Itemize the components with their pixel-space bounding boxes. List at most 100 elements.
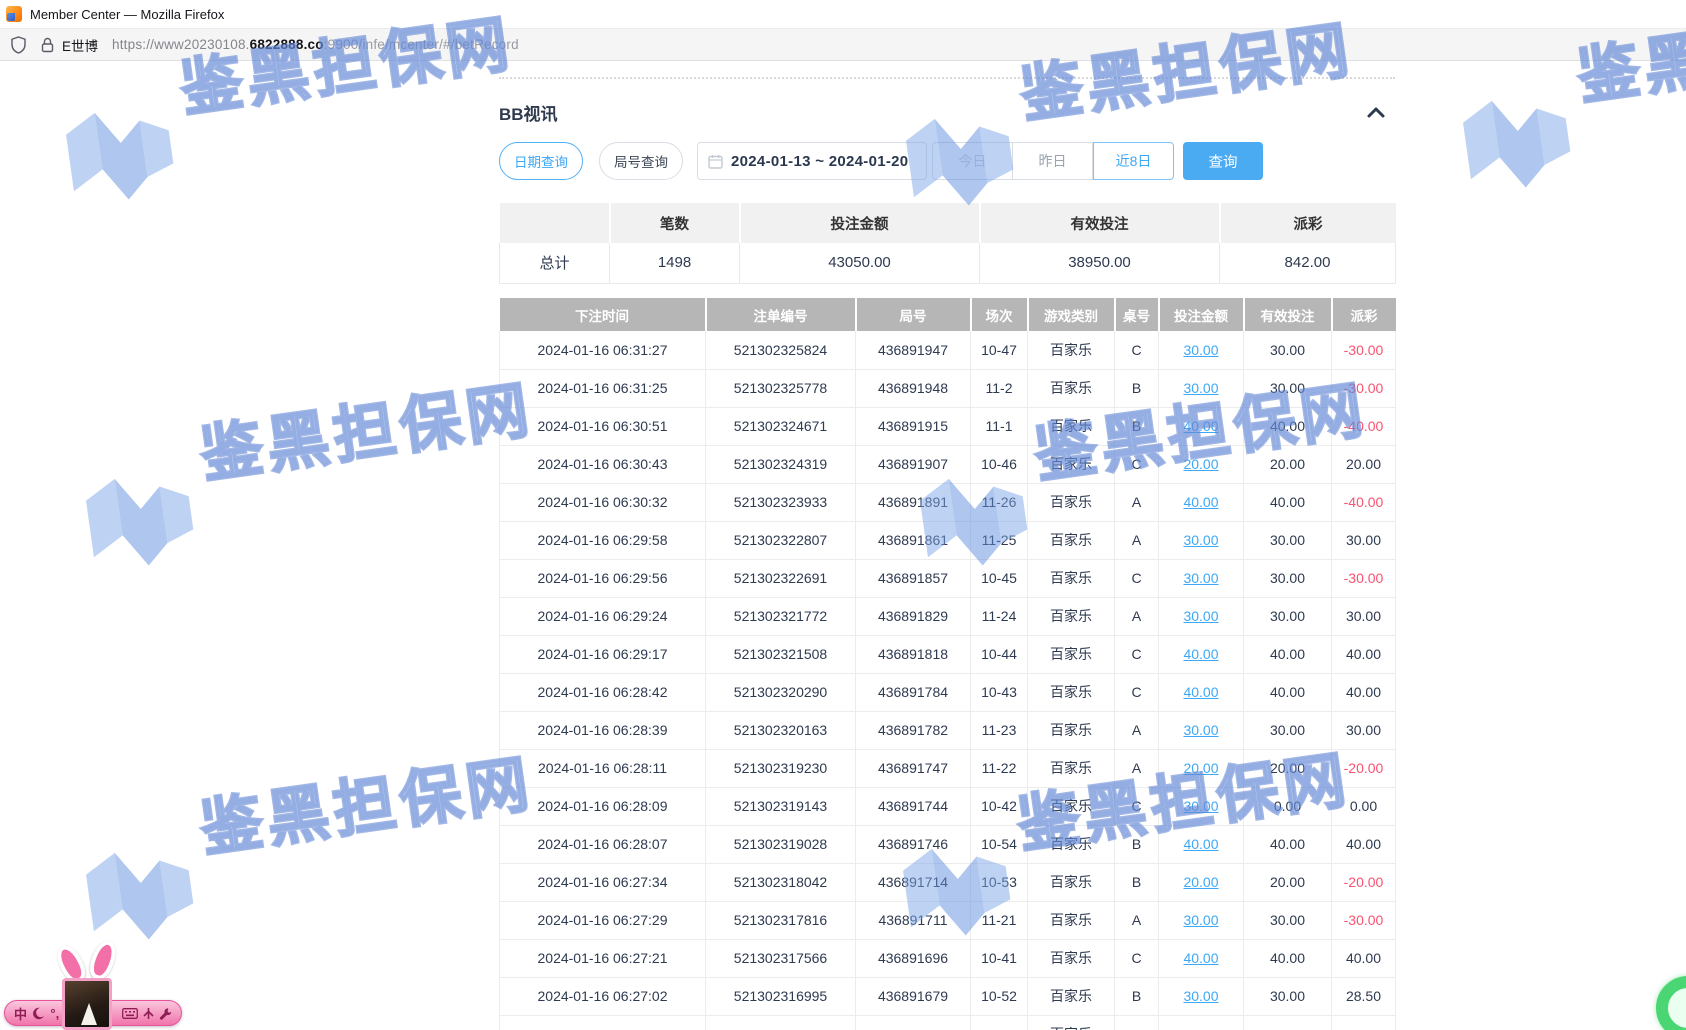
window-titlebar: Member Center — Mozilla Firefox	[0, 0, 1686, 28]
table-cell: -40.00	[1332, 483, 1396, 521]
table-cell: 436891711	[856, 901, 971, 939]
url-text[interactable]: https://www20230108.6822888.co:9900/infe…	[112, 37, 519, 52]
table-cell: 436891948	[856, 369, 971, 407]
bet-column-header: 有效投注	[1244, 298, 1332, 331]
table-cell: 2024-01-16 06:30:32	[500, 483, 706, 521]
date-query-button[interactable]: 日期查询	[499, 142, 583, 180]
bet-amount-cell: 30.00	[1159, 369, 1244, 407]
bet-amount-link[interactable]: 20.00	[1183, 874, 1218, 890]
bet-amount-link[interactable]: 30.00	[1183, 798, 1218, 814]
bet-amount-link[interactable]: 40.00	[1183, 646, 1218, 662]
table-cell: C	[1115, 331, 1159, 369]
table-cell: 11-23	[971, 711, 1028, 749]
bet-amount-link[interactable]: 30.00	[1183, 988, 1218, 1004]
bet-amount-link[interactable]: 40.00	[1183, 950, 1218, 966]
ime-punctuation-button[interactable]: °,	[50, 1006, 59, 1021]
table-cell: 436891857	[856, 559, 971, 597]
table-cell: 百家乐	[1028, 521, 1115, 559]
table-cell: 30.00	[1332, 597, 1396, 635]
bet-table-header-row: 下注时间注单编号局号场次游戏类别桌号投注金额有效投注派彩	[500, 298, 1396, 331]
last-8-days-button[interactable]: 近8日	[1093, 142, 1174, 180]
round-query-button[interactable]: 局号查询	[599, 142, 683, 180]
watermark: 鉴黑担保网	[70, 377, 550, 592]
table-cell: 30.00	[1244, 521, 1332, 559]
ime-keyboard-icon[interactable]	[122, 1008, 138, 1019]
table-cell: 521302324319	[706, 445, 856, 483]
table-cell: 10-42	[971, 787, 1028, 825]
ime-skin-icon[interactable]	[143, 1007, 154, 1020]
bet-amount-cell: 30.00	[1159, 901, 1244, 939]
bet-amount-link[interactable]: 40.00	[1183, 836, 1218, 852]
collapse-chevron-up-icon[interactable]	[1363, 103, 1389, 123]
table-cell: 百家乐	[1028, 901, 1115, 939]
bet-column-header: 派彩	[1332, 298, 1396, 331]
table-cell: 40.00	[1332, 635, 1396, 673]
table-cell: 11-21	[971, 901, 1028, 939]
table-cell: 436891744	[856, 787, 971, 825]
table-cell: 30.00	[1332, 521, 1396, 559]
ime-fullhalf-moon-icon[interactable]	[32, 1007, 45, 1020]
table-cell: C	[1115, 445, 1159, 483]
table-cell: 40.00	[1332, 825, 1396, 863]
table-cell: B	[1115, 977, 1159, 1015]
table-cell: 百家乐	[1028, 939, 1115, 977]
bet-amount-link[interactable]: 40.00	[1183, 418, 1218, 434]
query-controls: 日期查询 局号查询 2024-01-13 ~ 2024-01-20 今日 昨日 …	[499, 142, 1395, 180]
bet-amount-link[interactable]: 20.00	[1183, 760, 1218, 776]
bet-amount-link[interactable]: 40.00	[1183, 684, 1218, 700]
bet-amount-cell: 40.00	[1159, 635, 1244, 673]
bet-amount-link[interactable]: 30.00	[1183, 342, 1218, 358]
table-cell: 436891714	[856, 863, 971, 901]
search-button[interactable]: 查询	[1183, 142, 1263, 180]
url-bar[interactable]: E世博 https://www20230108.6822888.co:9900/…	[0, 28, 1686, 61]
table-cell: 30.00	[1244, 977, 1332, 1015]
table-cell: 436891891	[856, 483, 971, 521]
table-cell: 百家乐	[1028, 863, 1115, 901]
ime-wrench-icon[interactable]	[159, 1007, 172, 1020]
table-cell: 436891782	[856, 711, 971, 749]
date-range-input[interactable]: 2024-01-13 ~ 2024-01-20	[697, 142, 927, 180]
window-favicon-icon	[6, 6, 22, 22]
bet-amount-link[interactable]: 30.00	[1183, 570, 1218, 586]
floating-chat-button[interactable]	[1656, 976, 1686, 1030]
table-cell: 436891746	[856, 825, 971, 863]
table-cell: 百家乐	[1028, 673, 1115, 711]
bet-amount-link[interactable]: 40.00	[1183, 494, 1218, 510]
table-cell: 10-53	[971, 863, 1028, 901]
bet-amount-link[interactable]: 30.00	[1183, 380, 1218, 396]
yesterday-button[interactable]: 昨日	[1013, 142, 1093, 180]
bet-amount-link[interactable]: 20.00	[1183, 456, 1218, 472]
table-cell: 2024-01-16 06:30:43	[500, 445, 706, 483]
today-button[interactable]: 今日	[932, 142, 1013, 180]
table-cell: 百家乐	[1028, 977, 1115, 1015]
bet-amount-link[interactable]: 30.00	[1183, 608, 1218, 624]
table-cell: 2024-01-16 06:27:29	[500, 901, 706, 939]
table-cell	[971, 1015, 1028, 1030]
lock-icon[interactable]	[41, 37, 54, 53]
dashed-divider	[499, 77, 1395, 79]
bet-amount-link[interactable]: 30.00	[1183, 912, 1218, 928]
ime-language-button[interactable]: 中	[14, 1004, 27, 1023]
tracking-protection-shield-icon[interactable]	[10, 36, 27, 54]
ime-avatar[interactable]	[62, 978, 112, 1030]
table-cell: 百家乐	[1028, 749, 1115, 787]
table-cell: 0.00	[1332, 787, 1396, 825]
table-cell: 40.00	[1244, 407, 1332, 445]
table-cell: 521302319143	[706, 787, 856, 825]
table-cell: 40.00	[1332, 673, 1396, 711]
site-identity-label[interactable]: E世博	[62, 35, 98, 55]
summary-cell: 总计	[500, 243, 610, 283]
bet-amount-link[interactable]: 30.00	[1183, 722, 1218, 738]
watermark-logo-icon	[54, 92, 187, 225]
bet-amount-link[interactable]: 30.00	[1183, 532, 1218, 548]
table-cell: 10-41	[971, 939, 1028, 977]
table-cell: 11-2	[971, 369, 1028, 407]
summary-column-header: 派彩	[1220, 203, 1396, 243]
table-cell	[706, 1015, 856, 1030]
table-cell: -20.00	[1332, 749, 1396, 787]
table-cell: 百家乐	[1028, 635, 1115, 673]
table-cell	[856, 1015, 971, 1030]
table-cell: 20.00	[1244, 445, 1332, 483]
table-cell: A	[1115, 483, 1159, 521]
table-cell: 百家乐	[1028, 1015, 1115, 1030]
